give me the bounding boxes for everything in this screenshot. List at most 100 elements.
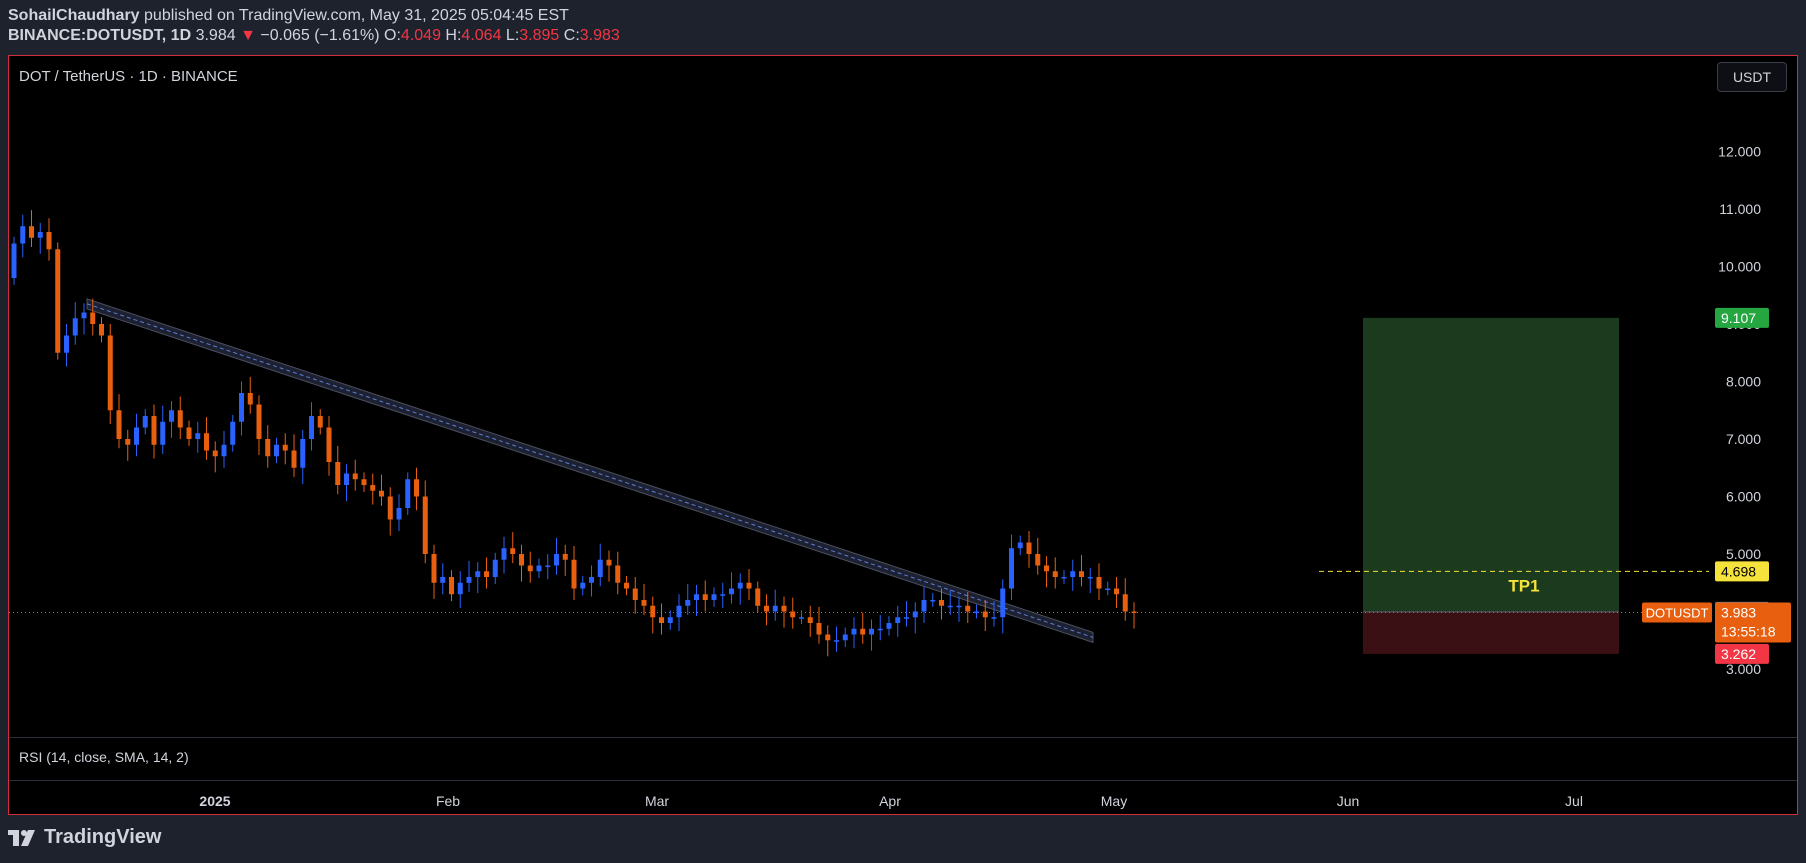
currency-button[interactable]: USDT [1717,62,1787,92]
candle-body[interactable] [580,582,586,589]
candle-body[interactable] [422,496,428,555]
candle-body[interactable] [772,605,778,612]
candle-body[interactable] [221,444,227,457]
candle-body[interactable] [737,582,743,589]
candle-body[interactable] [72,318,78,336]
candle-body[interactable] [361,479,367,485]
candle-body[interactable] [352,473,358,480]
candle-body[interactable] [256,404,262,440]
candle-body[interactable] [1122,594,1128,612]
candle-body[interactable] [370,485,376,491]
candle-body[interactable] [1052,571,1058,577]
candle-body[interactable] [921,600,927,612]
stop-zone[interactable] [1363,611,1619,654]
candle-body[interactable] [1044,565,1049,572]
candle-body[interactable] [851,628,857,635]
candle-body[interactable] [527,565,533,572]
candle-body[interactable] [825,634,831,641]
candle-body[interactable] [55,249,61,353]
chart-frame[interactable]: 12.00011.00010.0009.0008.0007.0006.0005.… [8,55,1798,815]
candle-body[interactable] [239,393,244,422]
candle-body[interactable] [641,600,647,606]
candle-body[interactable] [492,559,498,577]
candle-body[interactable] [274,444,279,457]
candle-body[interactable] [694,594,699,600]
candle-body[interactable] [1061,577,1067,579]
candle-body[interactable] [676,605,682,618]
candle-body[interactable] [335,462,341,485]
candle-body[interactable] [912,611,918,618]
candle-body[interactable] [711,594,717,600]
candle-body[interactable] [466,577,472,583]
candle-body[interactable] [790,611,796,618]
candle-body[interactable] [1009,548,1014,589]
candle-body[interactable] [650,605,656,618]
candle-body[interactable] [11,243,17,279]
candle-body[interactable] [895,617,901,623]
candle-body[interactable] [309,416,314,439]
candle-body[interactable] [151,416,157,445]
candle-body[interactable] [869,628,874,635]
candle-body[interactable] [440,577,446,583]
candle-body[interactable] [729,588,734,595]
candle-body[interactable] [195,433,201,439]
candle-body[interactable] [615,565,621,583]
candle-body[interactable] [169,410,174,422]
trendline-channel[interactable] [86,298,1094,644]
candle-body[interactable] [300,439,306,468]
candle-body[interactable] [606,559,612,566]
candle-body[interactable] [807,617,813,623]
candle-body[interactable] [1131,611,1137,614]
candle-body[interactable] [379,490,384,497]
candle-body[interactable] [947,605,953,608]
candle-body[interactable] [860,628,866,635]
candle-body[interactable] [781,605,787,612]
candle-body[interactable] [107,335,113,411]
candle-body[interactable] [816,623,822,635]
candle-body[interactable] [702,594,708,600]
candle-body[interactable] [116,410,122,439]
rsi-separator[interactable] [9,737,1797,738]
candle-body[interactable] [1079,571,1084,577]
candle-body[interactable] [1105,588,1111,591]
candle-body[interactable] [449,577,454,595]
candle-body[interactable] [326,427,332,463]
candle-body[interactable] [160,421,166,445]
candle-body[interactable] [265,439,271,457]
candle-body[interactable] [545,565,551,568]
candle-body[interactable] [501,548,507,560]
candle-body[interactable] [99,324,104,336]
candle-body[interactable] [387,496,393,520]
candle-body[interactable] [64,335,69,353]
candle-body[interactable] [834,640,839,642]
candle-body[interactable] [991,617,997,619]
candle-body[interactable] [886,623,892,629]
candle-body[interactable] [414,479,419,497]
target-zone[interactable] [1363,317,1619,612]
candle-body[interactable] [282,444,288,451]
candle-body[interactable] [37,232,43,238]
candle-body[interactable] [904,617,909,619]
candle-body[interactable] [1096,577,1102,589]
candle-body[interactable] [982,611,988,618]
candle-body[interactable] [247,393,253,405]
candle-body[interactable] [659,617,664,623]
candle-body[interactable] [554,554,559,566]
candle-body[interactable] [81,312,87,319]
candle-body[interactable] [212,450,218,457]
candle-body[interactable] [90,312,96,325]
candle-body[interactable] [1026,542,1032,555]
candle-body[interactable] [29,226,34,238]
candle-body[interactable] [536,565,542,572]
candle-body[interactable] [965,605,971,612]
candle-body[interactable] [291,450,297,468]
candle-body[interactable] [755,588,761,606]
candle-body[interactable] [597,559,603,577]
candle-body[interactable] [344,473,349,486]
candle-body[interactable] [1087,577,1093,579]
candle-body[interactable] [142,416,148,428]
candle-body[interactable] [746,582,752,589]
candle-body[interactable] [956,605,962,608]
candle-body[interactable] [475,571,481,577]
tradingview-logo[interactable]: TradingView [8,826,161,849]
